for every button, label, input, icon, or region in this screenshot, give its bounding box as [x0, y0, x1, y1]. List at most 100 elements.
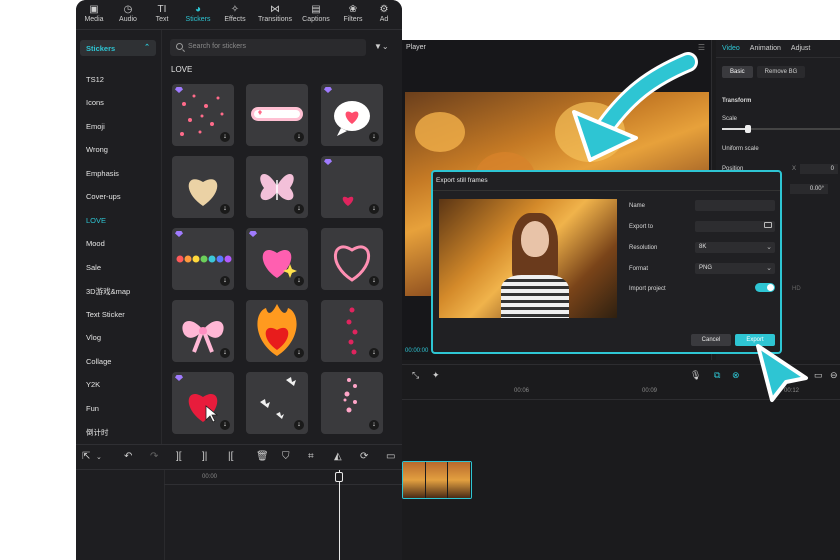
- sticker-hearts-confetti[interactable]: ↓: [172, 84, 234, 146]
- ruler-mark: 00:00: [202, 474, 218, 480]
- download-icon[interactable]: ↓: [220, 348, 230, 358]
- playhead[interactable]: [339, 470, 340, 560]
- download-icon[interactable]: ↓: [369, 204, 379, 214]
- sidebar-item-emphasis[interactable]: Emphasis: [86, 169, 119, 178]
- tab-captions[interactable]: ▤ Captions: [298, 4, 334, 23]
- download-icon[interactable]: ↓: [294, 132, 304, 142]
- sidebar-item-wrong[interactable]: Wrong: [86, 145, 108, 154]
- mirror-icon[interactable]: ◭: [334, 451, 342, 462]
- link-icon[interactable]: ⧉: [714, 370, 720, 381]
- tab-adjust[interactable]: ⚙ Ad: [366, 4, 402, 23]
- split-right-icon[interactable]: |[: [228, 451, 233, 462]
- zoom-icon[interactable]: ⊖: [830, 370, 838, 381]
- export-to-field[interactable]: [695, 221, 775, 232]
- scale-slider[interactable]: [722, 125, 840, 133]
- sidebar-item-vlog[interactable]: Vlog: [86, 333, 101, 342]
- download-icon[interactable]: ↓: [294, 204, 304, 214]
- download-icon[interactable]: ↓: [220, 204, 230, 214]
- sticker-love-bar[interactable]: ↓: [246, 84, 308, 146]
- sidebar-item-icons[interactable]: Icons: [86, 98, 104, 107]
- sticker-small-heart[interactable]: ↓: [321, 156, 383, 218]
- tab-media[interactable]: ▣ Media: [76, 4, 112, 23]
- more-icon[interactable]: ▭: [386, 451, 395, 462]
- sidebar-item-emoji[interactable]: Emoji: [86, 122, 105, 131]
- sidebar-item-fun[interactable]: Fun: [86, 404, 99, 413]
- sidebar-item-y2k[interactable]: Y2K: [86, 380, 100, 389]
- sticker-rainbow-hearts[interactable]: ↓: [172, 228, 234, 290]
- sidebar-item-cover-ups[interactable]: Cover-ups: [86, 192, 121, 201]
- sidebar-item-text-sticker[interactable]: Text Sticker: [86, 310, 125, 319]
- sticker-pink-heart-sparkle[interactable]: ↓: [246, 228, 308, 290]
- download-icon[interactable]: ↓: [369, 132, 379, 142]
- sidebar-item-ts12[interactable]: TS12: [86, 75, 104, 84]
- sticker-glow-heart[interactable]: ↓: [172, 156, 234, 218]
- undo-icon[interactable]: ↶: [124, 451, 132, 462]
- chevron-down-icon: ⌄: [766, 244, 772, 251]
- download-icon[interactable]: ↓: [369, 348, 379, 358]
- sidebar-item-sale[interactable]: Sale: [86, 263, 101, 272]
- playhead-handle[interactable]: [335, 472, 343, 482]
- select-tool-icon[interactable]: ⤡: [412, 370, 419, 381]
- sidebar-item-collage[interactable]: Collage: [86, 357, 111, 366]
- tab-effects[interactable]: ✧ Effects: [217, 4, 253, 23]
- search-input[interactable]: Search for stickers: [170, 39, 366, 56]
- download-icon[interactable]: ↓: [294, 348, 304, 358]
- redo-icon[interactable]: ↷: [150, 451, 158, 462]
- download-icon[interactable]: ↓: [220, 276, 230, 286]
- tab-stickers[interactable]: ◕ Stickers: [180, 4, 216, 23]
- subtab-basic[interactable]: Basic: [722, 66, 753, 78]
- tab-text[interactable]: TI Text: [144, 4, 180, 23]
- export-button[interactable]: Export: [735, 334, 775, 346]
- player-menu-icon[interactable]: ☰: [698, 43, 705, 52]
- cursor-icon[interactable]: ⇱: [82, 451, 90, 462]
- sidebar-header-stickers[interactable]: Stickers ⌃: [80, 40, 156, 56]
- tab-audio[interactable]: ◷ Audio: [110, 4, 146, 23]
- marker-icon[interactable]: ⛉: [282, 451, 290, 462]
- sticker-butterfly[interactable]: ↓: [246, 156, 308, 218]
- sticker-speech-heart[interactable]: ↓: [321, 84, 383, 146]
- sticker-pink-hearts-trail[interactable]: ↓: [321, 372, 383, 434]
- sticker-heart-outline[interactable]: ↓: [321, 228, 383, 290]
- delete-icon[interactable]: 🗑: [256, 451, 269, 462]
- sidebar-item-countdown[interactable]: 倒计时: [86, 427, 109, 438]
- scale-slider-knob[interactable]: [744, 125, 751, 133]
- sticker-fire-heart[interactable]: ↓: [246, 300, 308, 362]
- download-icon[interactable]: ↓: [369, 276, 379, 286]
- sidebar-item-mood[interactable]: Mood: [86, 239, 105, 248]
- sticker-heart-cursor[interactable]: ↓: [172, 372, 234, 434]
- resolution-select[interactable]: 8K ⌄: [695, 242, 775, 253]
- download-icon[interactable]: ↓: [369, 420, 379, 430]
- tab-video[interactable]: Video: [722, 45, 740, 52]
- name-field[interactable]: [695, 200, 775, 211]
- subtab-remove-bg[interactable]: Remove BG: [756, 66, 806, 78]
- tab-animation[interactable]: Animation: [750, 45, 781, 52]
- format-select[interactable]: PNG ⌄: [695, 263, 775, 274]
- download-icon[interactable]: ↓: [220, 132, 230, 142]
- import-project-toggle[interactable]: [755, 283, 775, 292]
- folder-icon[interactable]: [764, 222, 772, 228]
- tab-transitions[interactable]: ⋈ Transitions: [257, 4, 293, 23]
- crop-icon[interactable]: ⌗: [308, 451, 314, 462]
- rotate-icon[interactable]: ⟳: [360, 451, 368, 462]
- mic-icon[interactable]: 🎙: [690, 370, 701, 381]
- fit-icon[interactable]: ▭: [814, 370, 823, 381]
- chevron-down-icon[interactable]: ⌄: [96, 453, 102, 461]
- rotation-field[interactable]: 0.00°: [790, 184, 828, 194]
- download-icon[interactable]: ↓: [294, 420, 304, 430]
- sidebar-item-love[interactable]: LOVE: [86, 216, 106, 225]
- split-left-icon[interactable]: ]|: [202, 451, 207, 462]
- snap-icon[interactable]: ⊗: [732, 370, 740, 381]
- sticker-white-butterflies[interactable]: ↓: [246, 372, 308, 434]
- sticker-pink-bow[interactable]: ↓: [172, 300, 234, 362]
- video-clip[interactable]: [402, 461, 472, 499]
- cancel-button[interactable]: Cancel: [691, 334, 731, 346]
- filter-icon[interactable]: ▼⌄: [374, 42, 389, 51]
- sticker-hearts-column[interactable]: ↓: [321, 300, 383, 362]
- tab-adjust[interactable]: Adjust: [791, 45, 810, 52]
- download-icon[interactable]: ↓: [294, 276, 304, 286]
- download-icon[interactable]: ↓: [220, 420, 230, 430]
- magic-tool-icon[interactable]: ✦: [432, 370, 440, 381]
- position-x-field[interactable]: 0: [800, 164, 838, 174]
- split-icon[interactable]: ][: [176, 451, 182, 462]
- sidebar-item-3d-map[interactable]: 3D游戏&map: [86, 286, 130, 297]
